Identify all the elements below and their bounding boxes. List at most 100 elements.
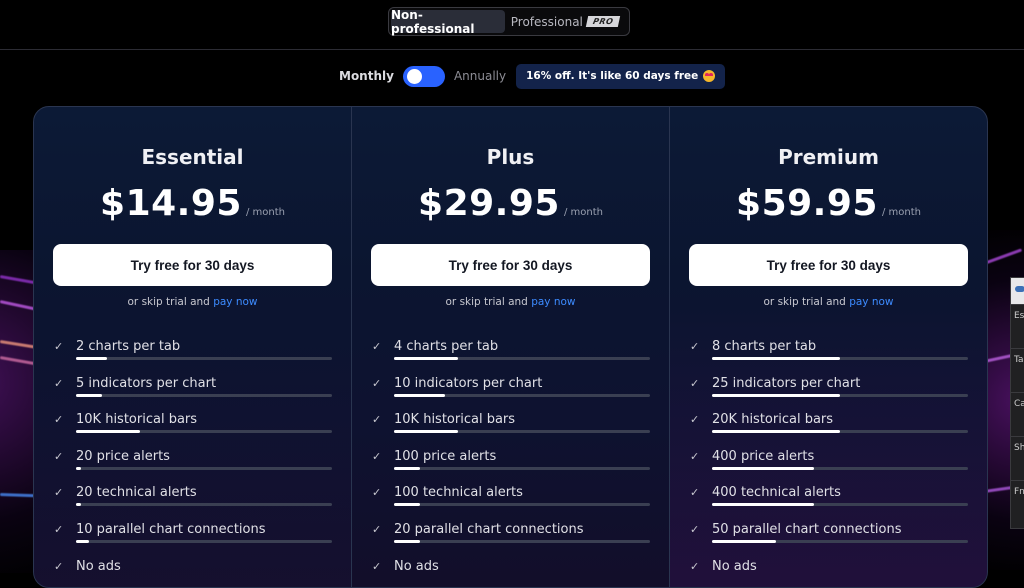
feature-label: 5 indicators per chart — [76, 375, 217, 391]
try-free-button[interactable]: Try free for 30 days — [53, 244, 332, 286]
feature-level-fill — [394, 539, 420, 543]
check-icon: ✓ — [372, 449, 382, 463]
check-icon: ✓ — [690, 522, 700, 536]
key-tab[interactable]: Tab — [1011, 348, 1024, 392]
check-icon: ✓ — [690, 340, 700, 353]
promo-text: 16% off. It's like 60 days free — [526, 70, 699, 82]
price-period: / month — [245, 207, 285, 218]
feature-label: No ads — [76, 558, 121, 574]
check-icon: ✓ — [54, 340, 64, 353]
feature-label: 400 technical alerts — [712, 485, 841, 501]
feature-item: ✓ 10K historical bars — [54, 412, 332, 449]
check-icon: ✓ — [690, 376, 700, 390]
on-screen-keyboard: Esc Tab Caps Shift Fn — [1010, 277, 1024, 529]
pay-now-link[interactable]: pay now — [213, 296, 257, 308]
plan-name: Plus — [486, 145, 535, 169]
feature-level-fill — [394, 466, 420, 470]
skip-trial-text: or skip trial and pay now — [352, 296, 669, 308]
billing-period-toggle[interactable] — [402, 65, 445, 87]
check-icon: ✓ — [54, 413, 64, 427]
feature-label: 50 parallel chart connections — [712, 521, 902, 537]
feature-level-fill — [76, 503, 82, 507]
plan-card-plus: Plus $29.95 / month Try free for 30 days… — [352, 107, 670, 587]
feature-label: 20K historical bars — [712, 412, 834, 428]
feature-item: ✓ 20 price alerts — [54, 449, 332, 486]
feature-item: ✓ 2 charts per tab — [54, 339, 332, 376]
feature-item: ✓ 20 parallel chart connections — [372, 522, 650, 559]
check-icon: ✓ — [54, 449, 64, 463]
try-free-button[interactable]: Try free for 30 days — [689, 244, 968, 286]
feature-level-bar — [76, 430, 332, 434]
feature-level-bar — [394, 393, 650, 397]
feature-level-bar — [712, 430, 968, 434]
feature-level-fill — [712, 430, 840, 434]
monthly-label[interactable]: Monthly — [339, 69, 394, 83]
feature-label: 400 price alerts — [712, 448, 815, 464]
key-fn[interactable]: Fn — [1011, 480, 1024, 524]
check-icon: ✓ — [54, 559, 64, 573]
feature-item: ✓ 5 indicators per chart — [54, 376, 332, 413]
feature-item: ✓ 400 technical alerts — [690, 485, 968, 522]
feature-item: ✓ 20K historical bars — [690, 412, 968, 449]
feature-level-bar — [712, 539, 968, 543]
toggle-knob — [406, 68, 422, 84]
feature-level-fill — [76, 430, 140, 434]
feature-level-fill — [394, 357, 458, 360]
check-icon: ✓ — [372, 486, 382, 500]
key-shift[interactable]: Shift — [1011, 436, 1024, 480]
feature-item: ✓ 25 indicators per chart — [690, 376, 968, 413]
feature-label: No ads — [712, 558, 757, 574]
check-icon: ✓ — [690, 559, 700, 573]
plan-card-essential: Essential $14.95 / month Try free for 30… — [34, 107, 352, 587]
pay-now-link[interactable]: pay now — [531, 296, 575, 308]
try-free-button[interactable]: Try free for 30 days — [371, 244, 650, 286]
skip-trial-label: or skip trial and — [445, 296, 528, 308]
background-streak — [983, 248, 1023, 265]
feature-label: 10 parallel chart connections — [76, 521, 266, 537]
pro-badge: PRO — [585, 16, 621, 27]
check-icon: ✓ — [372, 413, 382, 427]
check-icon: ✓ — [372, 522, 382, 536]
skip-trial-text: or skip trial and pay now — [670, 296, 987, 308]
feature-item: ✓ 400 price alerts — [690, 449, 968, 486]
keyboard-title-bar — [1011, 278, 1024, 304]
tab-professional[interactable]: Professional PRO — [505, 10, 625, 33]
feature-item: ✓ No ads — [372, 558, 650, 587]
feature-label: 10K historical bars — [76, 412, 198, 428]
check-icon: ✓ — [54, 522, 64, 536]
account-type-switcher: Non-professional Professional PRO — [388, 7, 630, 36]
feature-level-fill — [394, 503, 420, 507]
key-esc[interactable]: Esc — [1011, 304, 1024, 348]
feature-level-fill — [394, 393, 446, 397]
feature-level-fill — [76, 357, 107, 360]
tab-non-professional[interactable]: Non-professional — [391, 8, 505, 36]
price-row: $59.95 / month — [670, 183, 987, 224]
feature-list: ✓ 2 charts per tab ✓ 5 indicators per ch… — [54, 339, 332, 587]
feature-level-fill — [712, 539, 776, 543]
feature-item: ✓ 10 parallel chart connections — [54, 522, 332, 559]
star-struck-emoji-icon — [703, 70, 716, 82]
tab-professional-label: Professional — [510, 14, 583, 29]
feature-level-bar — [76, 357, 332, 360]
feature-label: 10 indicators per chart — [394, 375, 543, 391]
feature-item: ✓ 8 charts per tab — [690, 339, 968, 376]
feature-label: No ads — [394, 558, 439, 574]
feature-label: 100 technical alerts — [394, 485, 523, 501]
feature-label: 100 price alerts — [394, 448, 497, 464]
feature-level-fill — [712, 503, 815, 507]
key-caps[interactable]: Caps — [1011, 392, 1024, 436]
annually-label[interactable]: Annually — [454, 69, 506, 83]
feature-level-fill — [76, 466, 82, 470]
pricing-plans: Essential $14.95 / month Try free for 30… — [33, 106, 988, 588]
feature-level-bar — [76, 466, 332, 470]
feature-label: 4 charts per tab — [394, 339, 499, 354]
price-row: $14.95 / month — [34, 183, 351, 224]
plan-price: $14.95 — [100, 183, 242, 224]
feature-level-bar — [394, 357, 650, 360]
feature-level-fill — [394, 430, 458, 434]
check-icon: ✓ — [690, 413, 700, 427]
pay-now-link[interactable]: pay now — [849, 296, 893, 308]
feature-list: ✓ 8 charts per tab ✓ 25 indicators per c… — [690, 339, 968, 587]
annual-discount-badge: 16% off. It's like 60 days free — [516, 63, 726, 89]
plan-price: $59.95 — [736, 183, 878, 224]
